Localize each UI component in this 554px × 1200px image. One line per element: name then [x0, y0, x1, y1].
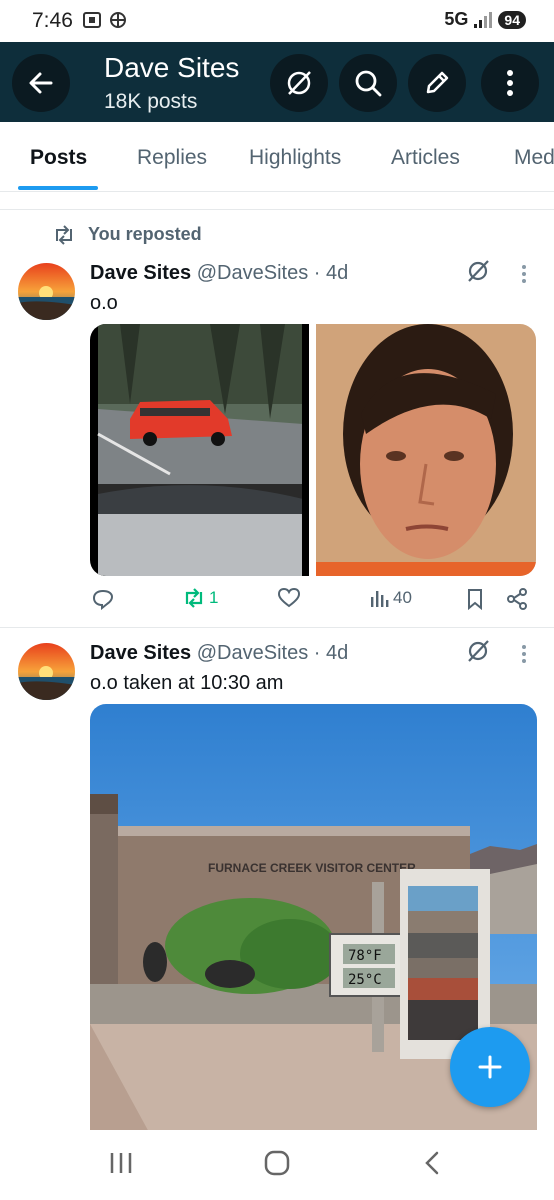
recent-apps-icon: [110, 1153, 132, 1173]
screenshot-icon: [83, 12, 101, 28]
edit-button[interactable]: [408, 54, 466, 112]
status-notification-icons: [82, 10, 128, 30]
profile-header: Dave Sites 18K posts: [0, 42, 554, 122]
status-time: 7:46: [32, 9, 73, 32]
signal-icon: [474, 11, 493, 28]
bookmark-icon: [468, 589, 482, 610]
battery-indicator: 94: [498, 10, 526, 29]
post-time[interactable]: · 4d: [314, 262, 348, 284]
more-options-button[interactable]: [481, 54, 539, 112]
post-more-icon[interactable]: [520, 644, 528, 669]
compose-post-button[interactable]: [450, 1027, 530, 1107]
pinwheel-icon: [110, 12, 126, 28]
active-tab-indicator: [18, 186, 98, 190]
reply-icon: [92, 589, 114, 610]
repost-indicator[interactable]: You reposted: [52, 224, 202, 245]
recent-apps-button[interactable]: [108, 1150, 134, 1181]
grok-button[interactable]: [270, 54, 328, 112]
author-name[interactable]: Dave Sites: [90, 642, 191, 664]
plus-icon: [478, 1055, 502, 1079]
post-time[interactable]: · 4d: [314, 642, 348, 664]
arrow-left-icon: [29, 72, 53, 94]
search-icon: [355, 70, 382, 97]
repost-icon: [185, 588, 203, 608]
author-handle[interactable]: @DaveSites: [197, 262, 308, 284]
network-type: 5G: [444, 9, 469, 29]
repost-label: You reposted: [88, 224, 202, 244]
sunset-avatar-image: [18, 263, 75, 320]
post-count: 18K posts: [104, 90, 198, 113]
post-divider: [0, 627, 554, 628]
feed-divider: [0, 209, 554, 210]
profile-tabs: Posts Replies Highlights Articles Med: [0, 122, 554, 192]
post-header: Dave Sites @DaveSites · 4d: [90, 262, 348, 285]
pencil-icon: [426, 71, 449, 94]
temp-fahrenheit: 78°F: [348, 948, 382, 964]
post-text: o.o taken at 10:30 am: [90, 672, 284, 694]
nav-back-button[interactable]: [420, 1150, 446, 1181]
avatar[interactable]: [18, 643, 75, 700]
status-right: 5G 94: [444, 9, 526, 30]
grok-icon[interactable]: [465, 258, 491, 289]
grok-icon: [287, 71, 311, 95]
temp-celsius: 25°C: [348, 972, 382, 988]
tab-highlights[interactable]: Highlights: [249, 146, 341, 170]
grok-icon[interactable]: [465, 638, 491, 669]
back-button[interactable]: [12, 54, 70, 112]
share-button[interactable]: [506, 588, 528, 610]
views-count: 40: [393, 588, 412, 607]
post-image-car[interactable]: [90, 324, 309, 576]
bookmark-button[interactable]: [466, 588, 484, 610]
kebab-menu-icon: [507, 70, 513, 96]
page-title: Dave Sites: [104, 52, 240, 83]
search-button[interactable]: [339, 54, 397, 112]
post-image-portrait[interactable]: [316, 324, 536, 576]
tab-replies[interactable]: Replies: [137, 146, 207, 170]
repost-button[interactable]: 1: [182, 588, 218, 608]
post-header: Dave Sites @DaveSites · 4d: [90, 642, 348, 665]
tab-articles[interactable]: Articles: [391, 146, 460, 170]
like-button[interactable]: [278, 588, 300, 608]
post-actions: 1 40: [90, 588, 530, 618]
heart-icon: [278, 588, 300, 608]
repost-icon: [56, 224, 72, 245]
home-icon: [264, 1150, 290, 1176]
author-name[interactable]: Dave Sites: [90, 262, 191, 284]
repost-count: 1: [209, 588, 219, 607]
avatar[interactable]: [18, 263, 75, 320]
share-icon: [507, 588, 527, 610]
building-sign-text: FURNACE CREEK VISITOR CENTER: [208, 861, 416, 875]
views-button[interactable]: 40: [370, 588, 412, 608]
bar-chart-icon: [371, 591, 389, 607]
sunset-avatar-image: [18, 643, 75, 700]
system-navigation-bar: [0, 1130, 554, 1200]
chevron-left-icon: [425, 1151, 439, 1175]
author-handle[interactable]: @DaveSites: [197, 642, 308, 664]
home-button[interactable]: [264, 1150, 290, 1181]
tab-posts[interactable]: Posts: [30, 146, 87, 170]
tab-media[interactable]: Med: [514, 146, 554, 170]
post-text: o.o: [90, 292, 118, 314]
reply-button[interactable]: [92, 588, 114, 610]
post-more-icon[interactable]: [520, 264, 528, 289]
status-bar: 7:46 5G 94: [0, 0, 554, 42]
